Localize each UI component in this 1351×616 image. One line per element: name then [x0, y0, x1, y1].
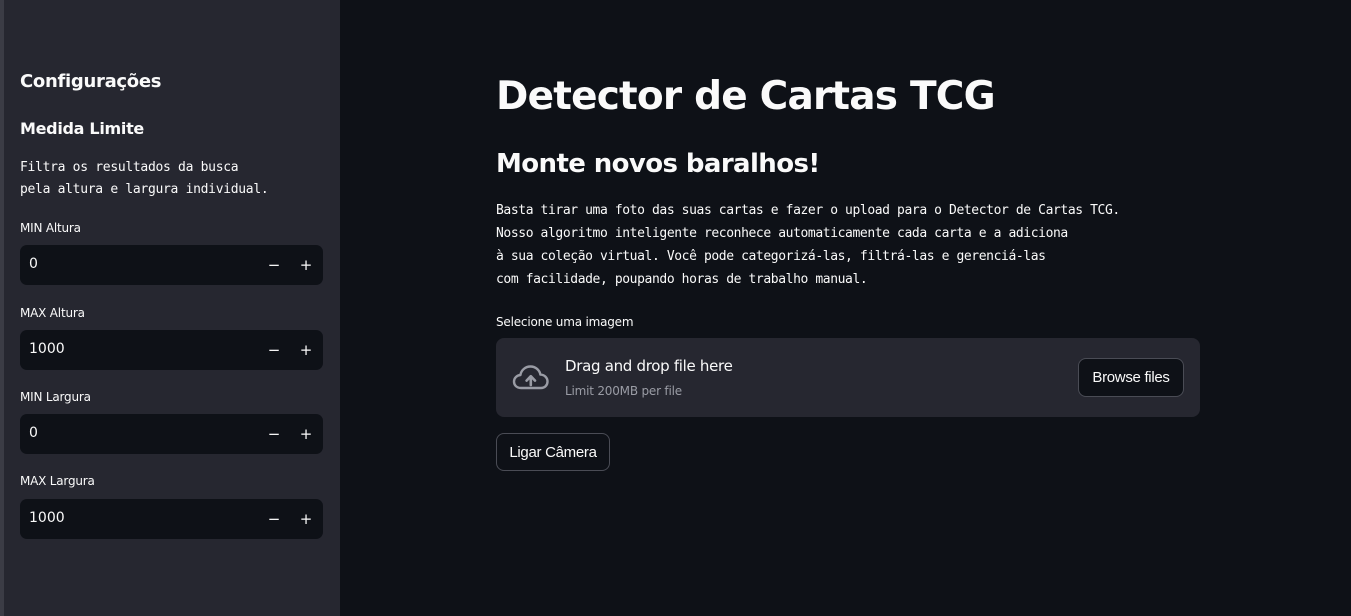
min-largura-increment-button[interactable]: +	[292, 420, 320, 448]
min-altura-value[interactable]: 0	[29, 256, 38, 272]
sidebar-resize-edge[interactable]	[0, 0, 4, 616]
file-dropzone[interactable]: Drag and drop file here Limit 200MB per …	[496, 338, 1200, 417]
max-altura-increment-button[interactable]: +	[292, 336, 320, 364]
file-uploader-label: Selecione uma imagem	[496, 315, 634, 329]
sidebar: Configurações Medida Limite Filtra os re…	[0, 0, 340, 616]
max-altura-label: MAX Altura	[20, 306, 85, 320]
min-largura-label: MIN Largura	[20, 390, 91, 404]
ligar-camera-button[interactable]: Ligar Câmera	[496, 433, 610, 471]
min-altura-input[interactable]: 0 − +	[20, 245, 323, 285]
page-subtitle: Monte novos baralhos!	[496, 149, 820, 179]
min-largura-decrement-button[interactable]: −	[260, 420, 288, 448]
browse-files-button[interactable]: Browse files	[1078, 358, 1184, 397]
intro-paragraph: Basta tirar uma foto das suas cartas e f…	[496, 203, 1120, 287]
max-largura-value[interactable]: 1000	[29, 510, 65, 526]
app: Configurações Medida Limite Filtra os re…	[0, 0, 1351, 616]
min-largura-input[interactable]: 0 − +	[20, 414, 323, 454]
page-title: Detector de Cartas TCG	[496, 74, 996, 119]
dropzone-limit: Limit 200MB per file	[565, 384, 682, 398]
max-largura-decrement-button[interactable]: −	[260, 505, 288, 533]
max-largura-input[interactable]: 1000 − +	[20, 499, 323, 539]
dropzone-instruction: Drag and drop file here	[565, 357, 733, 375]
sidebar-subheading: Medida Limite	[20, 119, 144, 138]
min-largura-value[interactable]: 0	[29, 425, 38, 441]
sidebar-heading: Configurações	[20, 71, 162, 92]
max-altura-decrement-button[interactable]: −	[260, 336, 288, 364]
max-largura-label: MAX Largura	[20, 474, 95, 488]
max-altura-value[interactable]: 1000	[29, 341, 65, 357]
cloud-upload-icon	[512, 365, 549, 390]
sidebar-description: Filtra os resultados da busca pela altur…	[20, 160, 269, 197]
min-altura-label: MIN Altura	[20, 221, 81, 235]
min-altura-increment-button[interactable]: +	[292, 251, 320, 279]
max-altura-input[interactable]: 1000 − +	[20, 330, 323, 370]
min-altura-decrement-button[interactable]: −	[260, 251, 288, 279]
max-largura-increment-button[interactable]: +	[292, 505, 320, 533]
